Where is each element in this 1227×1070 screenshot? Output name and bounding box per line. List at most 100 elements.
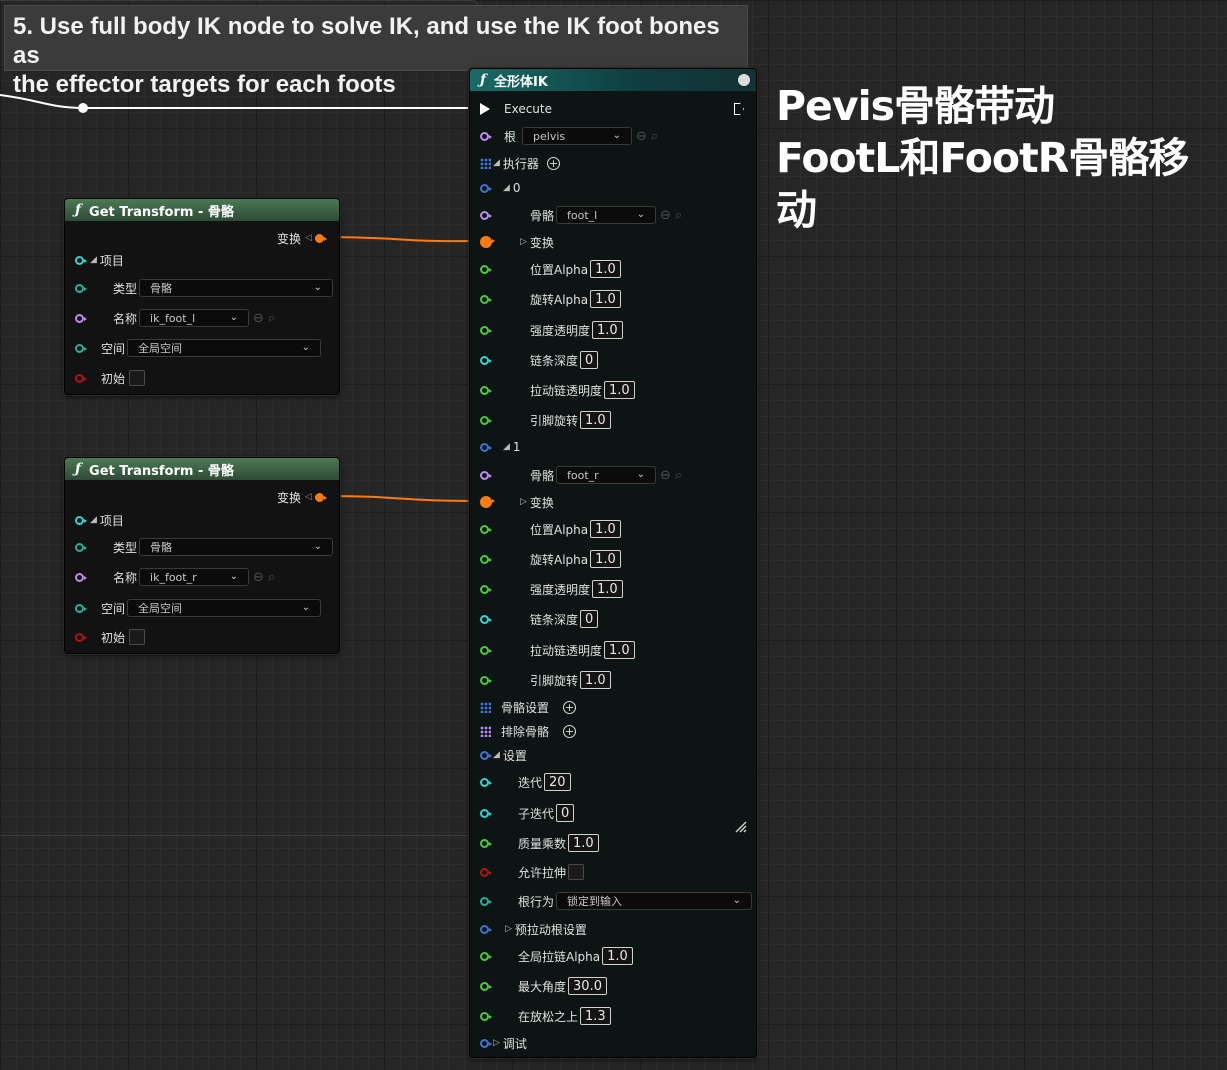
float-pin[interactable]: [480, 645, 492, 655]
root-dropdown[interactable]: pelvis ⌄: [522, 127, 633, 145]
use-selected-icon[interactable]: ⊖: [253, 311, 264, 326]
pin-rot-input[interactable]: 1.0: [580, 671, 611, 689]
float-pin[interactable]: [480, 838, 492, 848]
float-pin[interactable]: [480, 1011, 492, 1021]
search-icon[interactable]: ⌕: [675, 208, 682, 223]
pos-alpha-input[interactable]: 1.0: [590, 260, 621, 278]
use-selected-icon[interactable]: ⊖: [660, 208, 671, 223]
get-transform-node-right-foot[interactable]: ƒ Get Transform - 骨骼 变换 ◁ ◢ 项目 类型 骨骼 ⌄ 名…: [64, 457, 340, 654]
name-pin[interactable]: [75, 572, 87, 582]
bone-dropdown[interactable]: foot_r ⌄: [556, 466, 657, 484]
int-pin[interactable]: [480, 777, 492, 787]
exec-output-pin[interactable]: [734, 103, 744, 115]
rot-alpha-input[interactable]: 1.0: [590, 550, 621, 568]
strength-input[interactable]: 1.0: [592, 580, 623, 598]
type-dropdown[interactable]: 骨骼 ⌄: [139, 279, 334, 297]
root-pin[interactable]: [480, 131, 492, 141]
bone-pin[interactable]: [480, 210, 492, 220]
rot-alpha-input[interactable]: 1.0: [590, 290, 621, 308]
pull-chain-input[interactable]: 1.0: [604, 641, 635, 659]
use-selected-icon[interactable]: ⊖: [253, 570, 264, 585]
chain-depth-input[interactable]: 0: [580, 610, 599, 628]
bone-dropdown[interactable]: foot_l ⌄: [556, 206, 657, 224]
search-icon[interactable]: ⌕: [651, 129, 658, 144]
sub-iterations-input[interactable]: 0: [556, 804, 575, 822]
space-pin[interactable]: [75, 343, 87, 353]
float-pin[interactable]: [480, 415, 492, 425]
bone-pin[interactable]: [480, 470, 492, 480]
float-pin[interactable]: [480, 294, 492, 304]
add-element-icon[interactable]: +: [563, 700, 577, 714]
enum-pin[interactable]: [480, 896, 492, 906]
allow-stretch-checkbox[interactable]: [568, 864, 585, 880]
use-selected-icon[interactable]: ⊖: [660, 468, 671, 483]
int-pin[interactable]: [480, 355, 492, 365]
float-pin[interactable]: [480, 675, 492, 685]
root-behavior-dropdown[interactable]: 锁定到输入 ⌄: [556, 892, 753, 910]
expand-triangle-icon[interactable]: ◢: [90, 515, 97, 525]
name-dropdown[interactable]: ik_foot_r ⌄: [139, 568, 250, 586]
collapsed-triangle-icon[interactable]: ▷: [493, 1038, 500, 1048]
array-pin-icon[interactable]: [480, 157, 491, 169]
space-dropdown[interactable]: 全局空间 ⌄: [127, 339, 322, 357]
transform-output-pin[interactable]: [314, 492, 327, 502]
node-header[interactable]: ƒ Get Transform - 骨骼: [65, 199, 339, 221]
effector-1-pin[interactable]: [480, 442, 492, 452]
float-pin[interactable]: [480, 981, 492, 991]
node-header[interactable]: ƒ Get Transform - 骨骼: [65, 458, 339, 480]
get-transform-node-left-foot[interactable]: ƒ Get Transform - 骨骼 变换 ◁ ◢ 项目 类型 骨骼 ⌄ 名…: [64, 198, 340, 395]
int-pin[interactable]: [480, 808, 492, 818]
space-pin[interactable]: [75, 603, 87, 613]
pin-rot-input[interactable]: 1.0: [580, 411, 611, 429]
bool-pin[interactable]: [480, 867, 492, 877]
node-options-icon[interactable]: [738, 74, 750, 86]
initial-checkbox[interactable]: [129, 629, 146, 645]
expand-triangle-icon[interactable]: ◢: [503, 183, 510, 193]
float-pin[interactable]: [480, 325, 492, 335]
array-pin-icon[interactable]: [480, 725, 491, 737]
collapsed-triangle-icon[interactable]: ▷: [520, 237, 527, 247]
transform-input-pin[interactable]: [480, 236, 495, 248]
item-pin[interactable]: [75, 255, 87, 265]
search-icon[interactable]: ⌕: [268, 311, 275, 326]
type-pin[interactable]: [75, 283, 87, 293]
name-pin[interactable]: [75, 313, 87, 323]
add-element-icon[interactable]: +: [546, 156, 560, 170]
max-angle-input[interactable]: 30.0: [568, 977, 607, 995]
collapsed-triangle-icon[interactable]: ▷: [520, 497, 527, 507]
effector-0-pin[interactable]: [480, 183, 492, 193]
float-pin[interactable]: [480, 385, 492, 395]
pos-alpha-input[interactable]: 1.0: [590, 520, 621, 538]
float-pin[interactable]: [480, 951, 492, 961]
resize-grip-icon[interactable]: [734, 820, 748, 834]
float-pin[interactable]: [480, 554, 492, 564]
add-element-icon[interactable]: +: [563, 724, 577, 738]
debug-pin[interactable]: [480, 1038, 492, 1048]
expand-triangle-icon[interactable]: ◢: [503, 442, 510, 452]
collapse-arrow-icon[interactable]: ◁: [305, 233, 312, 243]
chain-depth-input[interactable]: 0: [580, 351, 599, 369]
initial-checkbox[interactable]: [129, 370, 146, 386]
iterations-input[interactable]: 20: [544, 773, 571, 791]
initial-pin[interactable]: [75, 632, 87, 642]
type-dropdown[interactable]: 骨骼 ⌄: [139, 538, 334, 556]
name-dropdown[interactable]: ik_foot_l ⌄: [139, 309, 250, 327]
transform-output-pin[interactable]: [314, 233, 327, 243]
float-pin[interactable]: [480, 584, 492, 594]
collapse-arrow-icon[interactable]: ◁: [305, 492, 312, 502]
settings-pin[interactable]: [480, 750, 492, 760]
node-header[interactable]: ƒ 全形体IK: [470, 69, 756, 91]
space-dropdown[interactable]: 全局空间 ⌄: [127, 599, 322, 617]
search-icon[interactable]: ⌕: [675, 468, 682, 483]
collapsed-triangle-icon[interactable]: ▷: [505, 924, 512, 934]
use-selected-icon[interactable]: ⊖: [636, 129, 647, 144]
int-pin[interactable]: [480, 614, 492, 624]
type-pin[interactable]: [75, 542, 87, 552]
mass-mult-input[interactable]: 1.0: [568, 834, 599, 852]
search-icon[interactable]: ⌕: [268, 570, 275, 585]
item-pin[interactable]: [75, 515, 87, 525]
strength-input[interactable]: 1.0: [592, 321, 623, 339]
expand-triangle-icon[interactable]: ◢: [90, 255, 97, 265]
array-pin-icon[interactable]: [480, 701, 491, 713]
global-pull-input[interactable]: 1.0: [602, 947, 633, 965]
